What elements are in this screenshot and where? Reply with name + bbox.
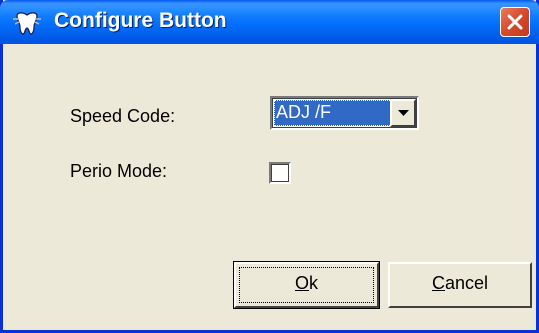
focus-rectangle	[239, 267, 374, 303]
perio-mode-checkbox[interactable]	[269, 162, 291, 184]
perio-mode-label: Perio Mode:	[70, 161, 168, 181]
cancel-accelerator: C	[431, 273, 445, 293]
close-button[interactable]	[500, 7, 530, 37]
cancel-label-rest: ancel	[444, 273, 489, 293]
speed-code-selected-value[interactable]: ADJ /F	[274, 100, 392, 126]
title-bar[interactable]: Configure Button	[0, 0, 539, 44]
speed-code-dropdown[interactable]: ADJ /F	[270, 96, 419, 130]
dropdown-arrow-button[interactable]	[390, 99, 416, 127]
ok-button[interactable]: Ok	[233, 261, 380, 309]
app-tooth-icon	[13, 10, 41, 36]
close-icon	[507, 14, 523, 30]
cancel-button[interactable]: Cancel	[388, 262, 532, 308]
window-title: Configure Button	[54, 9, 227, 32]
speed-code-label: Speed Code:	[70, 106, 176, 126]
configure-button-dialog: Configure Button Speed Code: ADJ /F Peri…	[0, 0, 539, 333]
chevron-down-icon	[398, 110, 409, 116]
